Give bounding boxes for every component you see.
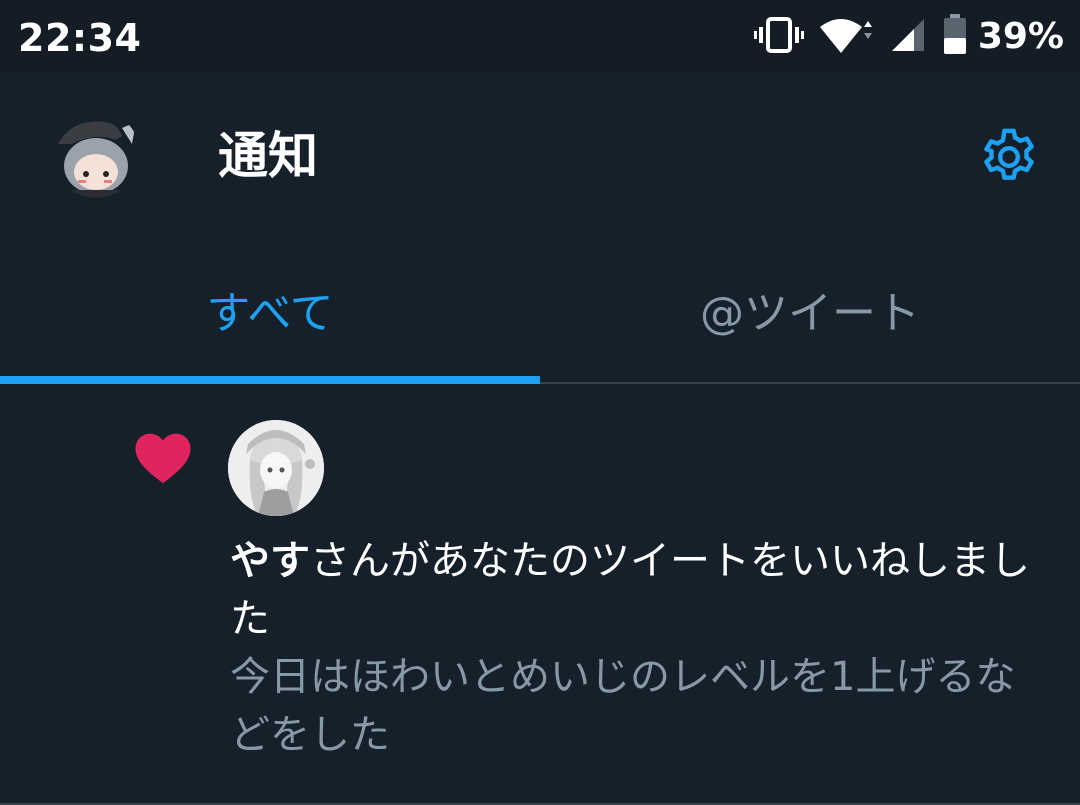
settings-button[interactable] xyxy=(976,124,1042,190)
tab-mentions[interactable]: @ツイート xyxy=(540,252,1080,382)
notification-username[interactable]: やす xyxy=(230,538,310,584)
notification-item[interactable]: やすさんがあなたのツイートをいいねしました 今日はほわいとめいじのレベルを1上げ… xyxy=(0,384,1080,805)
cell-signal-icon xyxy=(888,15,928,59)
vibrate-icon xyxy=(753,15,804,59)
profile-avatar[interactable] xyxy=(52,110,140,198)
status-bar: 22:34 39% xyxy=(0,0,1080,72)
tab-all-label: すべて xyxy=(206,288,334,339)
wifi-icon xyxy=(818,15,874,59)
user-avatar[interactable] xyxy=(228,420,324,516)
notification-action-text: さんがあなたのツイートをいいねしました xyxy=(230,538,1030,642)
active-tab-indicator xyxy=(0,376,540,384)
notifications-screen: 22:34 39% 通知 すべて @ツイート やすさんがあなたのツイートをいいね… xyxy=(0,0,1080,805)
tab-mentions-label: @ツイート xyxy=(700,288,920,339)
battery-percent: 39% xyxy=(977,16,1064,57)
tab-all[interactable]: すべて xyxy=(0,252,540,384)
notification-message: やすさんがあなたのツイートをいいねしました xyxy=(230,532,1050,648)
page-title: 通知 xyxy=(218,127,318,185)
gear-icon xyxy=(984,128,1034,180)
status-icons: 39% xyxy=(740,12,1064,62)
battery-icon xyxy=(942,14,968,60)
app-header: 通知 xyxy=(0,72,1080,252)
heart-icon xyxy=(130,424,196,490)
notification-tabs: すべて @ツイート xyxy=(0,252,1080,384)
status-time: 22:34 xyxy=(18,16,142,60)
tweet-preview: 今日はほわいとめいじのレベルを1上げるなどをした xyxy=(230,654,1016,758)
